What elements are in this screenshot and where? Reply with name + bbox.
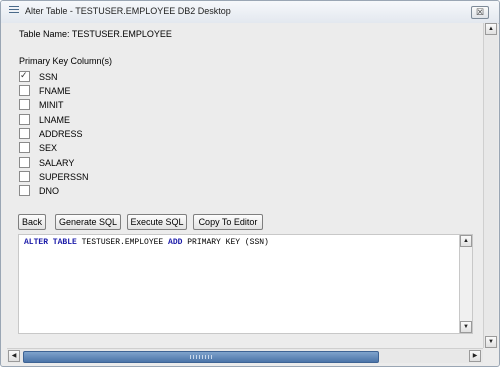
generate-sql-button[interactable]: Generate SQL: [55, 214, 121, 230]
sql-text: TESTUSER.EMPLOYEE: [76, 238, 169, 247]
scroll-down-arrow-icon[interactable]: ▼: [485, 336, 497, 348]
checkbox[interactable]: [19, 85, 30, 97]
checkbox[interactable]: [19, 157, 30, 169]
copy-to-editor-button[interactable]: Copy To Editor: [193, 214, 263, 230]
column-label: ADDRESS: [39, 128, 83, 139]
sql-text: PRIMARY KEY (SSN): [182, 238, 269, 247]
sql-keyword: ADD: [168, 238, 183, 247]
app-icon: [9, 6, 19, 17]
checkbox[interactable]: [19, 114, 30, 126]
window-title: Alter Table - TESTUSER.EMPLOYEE DB2 Desk…: [25, 6, 231, 16]
column-label: SSN: [39, 71, 58, 82]
window-vertical-scrollbar[interactable]: ▲ ▼: [483, 23, 498, 348]
primary-key-columns-label: Primary Key Column(s): [19, 56, 113, 66]
checkbox[interactable]: [19, 171, 30, 183]
table-name-label: Table Name: TESTUSER.EMPLOYEE: [19, 29, 172, 39]
grip-icon: [190, 355, 212, 359]
column-label: SALARY: [39, 157, 75, 168]
back-button[interactable]: Back: [18, 214, 46, 230]
horizontal-scroll-thumb[interactable]: [23, 351, 379, 363]
checkbox[interactable]: [19, 142, 30, 154]
column-checkbox-dno[interactable]: DNO: [19, 185, 59, 197]
close-button[interactable]: ☒: [471, 6, 489, 19]
execute-sql-button[interactable]: Execute SQL: [127, 214, 187, 230]
dialog-content: Table Name: TESTUSER.EMPLOYEE Primary Ke…: [1, 23, 483, 344]
checkmark-icon: ✓: [20, 70, 28, 81]
sql-vertical-scrollbar[interactable]: ▲ ▼: [459, 234, 473, 334]
checkbox[interactable]: [19, 185, 30, 197]
scroll-up-arrow-icon[interactable]: ▲: [460, 235, 472, 247]
sql-keyword: ALTER TABLE: [24, 238, 77, 247]
column-checkbox-sex[interactable]: SEX: [19, 142, 57, 154]
column-checkbox-lname[interactable]: LNAME: [19, 114, 70, 126]
column-label: FNAME: [39, 85, 71, 96]
column-label: SUPERSSN: [39, 171, 89, 182]
checkbox[interactable]: [19, 128, 30, 140]
column-checkbox-ssn[interactable]: ✓ SSN: [19, 70, 58, 83]
column-label: MINIT: [39, 99, 64, 110]
column-checkbox-address[interactable]: ADDRESS: [19, 128, 83, 140]
checkbox[interactable]: [19, 99, 30, 111]
title-bar[interactable]: Alter Table - TESTUSER.EMPLOYEE DB2 Desk…: [1, 1, 499, 24]
scroll-left-arrow-icon[interactable]: ◀: [8, 350, 20, 362]
scroll-right-arrow-icon[interactable]: ▶: [469, 350, 481, 362]
column-checkbox-fname[interactable]: FNAME: [19, 85, 71, 97]
column-label: DNO: [39, 185, 59, 196]
column-checkbox-minit[interactable]: MINIT: [19, 99, 64, 111]
sql-text-area[interactable]: ALTER TABLE TESTUSER.EMPLOYEE ADD PRIMAR…: [18, 234, 460, 334]
sql-statement: ALTER TABLE TESTUSER.EMPLOYEE ADD PRIMAR…: [24, 238, 269, 247]
checkbox[interactable]: ✓: [19, 70, 30, 83]
column-label: SEX: [39, 142, 58, 153]
column-checkbox-salary[interactable]: SALARY: [19, 157, 74, 169]
alter-table-window: Alter Table - TESTUSER.EMPLOYEE DB2 Desk…: [0, 0, 500, 367]
column-label: LNAME: [39, 114, 71, 125]
scroll-up-arrow-icon[interactable]: ▲: [485, 23, 497, 35]
column-checkbox-superssn[interactable]: SUPERSSN: [19, 171, 89, 183]
window-horizontal-scrollbar[interactable]: ◀ ▶: [7, 348, 483, 363]
scroll-down-arrow-icon[interactable]: ▼: [460, 321, 472, 333]
